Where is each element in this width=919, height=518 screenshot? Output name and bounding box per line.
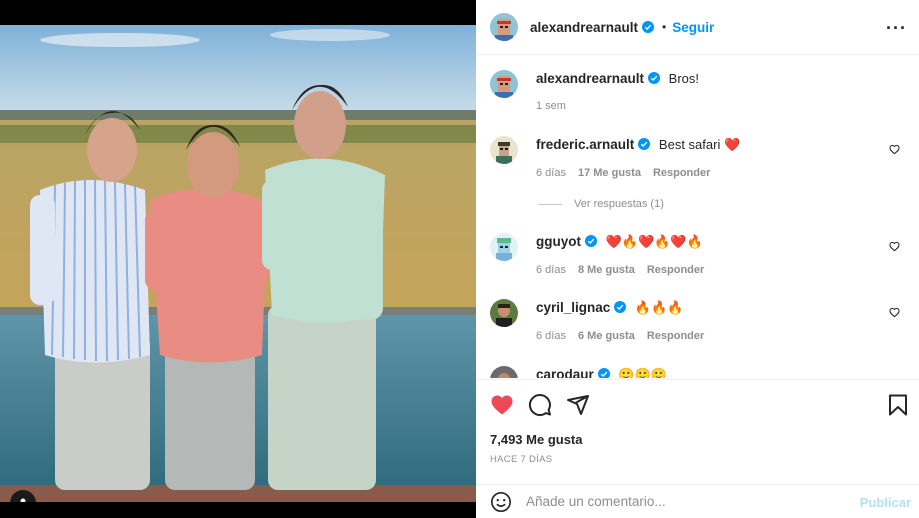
publish-button[interactable]: Publicar [860, 495, 911, 510]
caption-body: Bros! [668, 71, 700, 86]
view-replies-button[interactable]: Ver respuestas (1) [538, 198, 664, 210]
avatar[interactable] [490, 299, 518, 327]
add-comment-bar: Añade un comentario... Publicar [476, 484, 919, 518]
comment-body: 🔥🔥🔥 [634, 300, 684, 315]
heart-outline-icon[interactable] [889, 307, 900, 318]
comment-text: frederic.arnault Best safari ❤️ [536, 137, 740, 153]
instagram-post-modal: alexandrearnault • Seguir ··· alexandrea… [0, 0, 919, 518]
verified-badge-icon [648, 72, 661, 84]
comment-time: 6 días [536, 264, 566, 276]
comment-text: cyril_lignac 🔥🔥🔥 [536, 300, 683, 316]
more-options-icon[interactable]: ··· [886, 18, 907, 39]
post-time: HACE 7 DÍAS [490, 454, 553, 465]
verified-badge-icon [638, 138, 651, 150]
comment-text: carodaur 🙂🙂🙂 [536, 367, 667, 378]
reply-button[interactable]: Responder [647, 330, 704, 342]
comment-item: cyril_lignac 🔥🔥🔥 6 días 6 Me gusta Respond… [490, 299, 910, 359]
comment-body: ❤️🔥❤️🔥❤️🔥 [605, 234, 703, 249]
post-photo[interactable] [0, 25, 476, 502]
comment-body: 🙂🙂🙂 [618, 367, 667, 378]
comment-likes[interactable]: 17 Me gusta [578, 167, 641, 179]
comment-body: Best safari ❤️ [658, 137, 741, 152]
verified-badge-icon [585, 235, 597, 247]
comment-time: 6 días [536, 330, 566, 342]
comment-item: frederic.arnault Best safari ❤️ 6 días 17… [490, 136, 910, 206]
comment-meta: 6 días 8 Me gusta Responder [536, 264, 716, 276]
comment-username[interactable]: frederic.arnault [536, 137, 634, 152]
comment-meta: 6 días 17 Me gusta Responder [536, 167, 722, 179]
comment-username[interactable]: gguyot [536, 234, 581, 249]
post-header: alexandrearnault • Seguir ··· [476, 0, 919, 55]
comment-item: gguyot ❤️🔥❤️🔥❤️🔥 6 días 8 Me gusta Respond… [490, 233, 910, 293]
comment-text: gguyot ❤️🔥❤️🔥❤️🔥 [536, 234, 703, 250]
caption: alexandrearnault Bros! 1 sem [490, 70, 910, 120]
verified-badge-icon [614, 301, 627, 313]
caption-username[interactable]: alexandrearnault [536, 71, 644, 86]
replies-divider [538, 203, 562, 205]
comment-likes[interactable]: 8 Me gusta [578, 264, 635, 276]
comment-item: carodaur 🙂🙂🙂 [490, 366, 910, 378]
heart-outline-icon[interactable] [889, 144, 900, 155]
action-icons [490, 393, 590, 417]
emoji-icon[interactable] [490, 491, 512, 513]
comment-username[interactable]: cyril_lignac [536, 300, 610, 315]
add-comment-input[interactable]: Añade un comentario... [526, 494, 666, 509]
comment-meta: 6 días 6 Me gusta Responder [536, 330, 716, 342]
verified-badge-icon [597, 368, 610, 378]
avatar[interactable] [490, 136, 518, 164]
view-replies-label[interactable]: Ver respuestas (1) [574, 198, 664, 210]
author-username[interactable]: alexandrearnault [530, 20, 638, 35]
comments-list: alexandrearnault Bros! 1 sem frederic.ar… [476, 56, 919, 378]
caption-meta: 1 sem [536, 100, 578, 112]
share-icon[interactable] [566, 393, 590, 417]
caption-text: alexandrearnault Bros! [536, 71, 699, 86]
heart-outline-icon[interactable] [889, 241, 900, 252]
comment-username[interactable]: carodaur [536, 367, 594, 378]
follow-button[interactable]: Seguir [672, 20, 714, 35]
avatar[interactable] [490, 13, 518, 41]
avatar[interactable] [490, 366, 518, 378]
post-side-panel: alexandrearnault • Seguir ··· alexandrea… [476, 0, 919, 518]
reply-button[interactable]: Responder [653, 167, 710, 179]
verified-badge-icon [642, 21, 655, 33]
comment-time: 6 días [536, 167, 566, 179]
heart-filled-icon[interactable] [490, 393, 514, 417]
safari-photo-image [0, 25, 476, 502]
avatar[interactable] [490, 233, 518, 261]
reply-button[interactable]: Responder [647, 264, 704, 276]
separator-dot: • [662, 20, 667, 34]
comment-icon[interactable] [528, 393, 552, 417]
comment-likes[interactable]: 6 Me gusta [578, 330, 635, 342]
avatar[interactable] [490, 70, 518, 98]
bookmark-icon[interactable] [887, 393, 909, 417]
post-actions: 7,493 Me gusta HACE 7 DÍAS [476, 379, 919, 484]
caption-time: 1 sem [536, 100, 566, 112]
likes-count[interactable]: 7,493 Me gusta [490, 432, 583, 447]
